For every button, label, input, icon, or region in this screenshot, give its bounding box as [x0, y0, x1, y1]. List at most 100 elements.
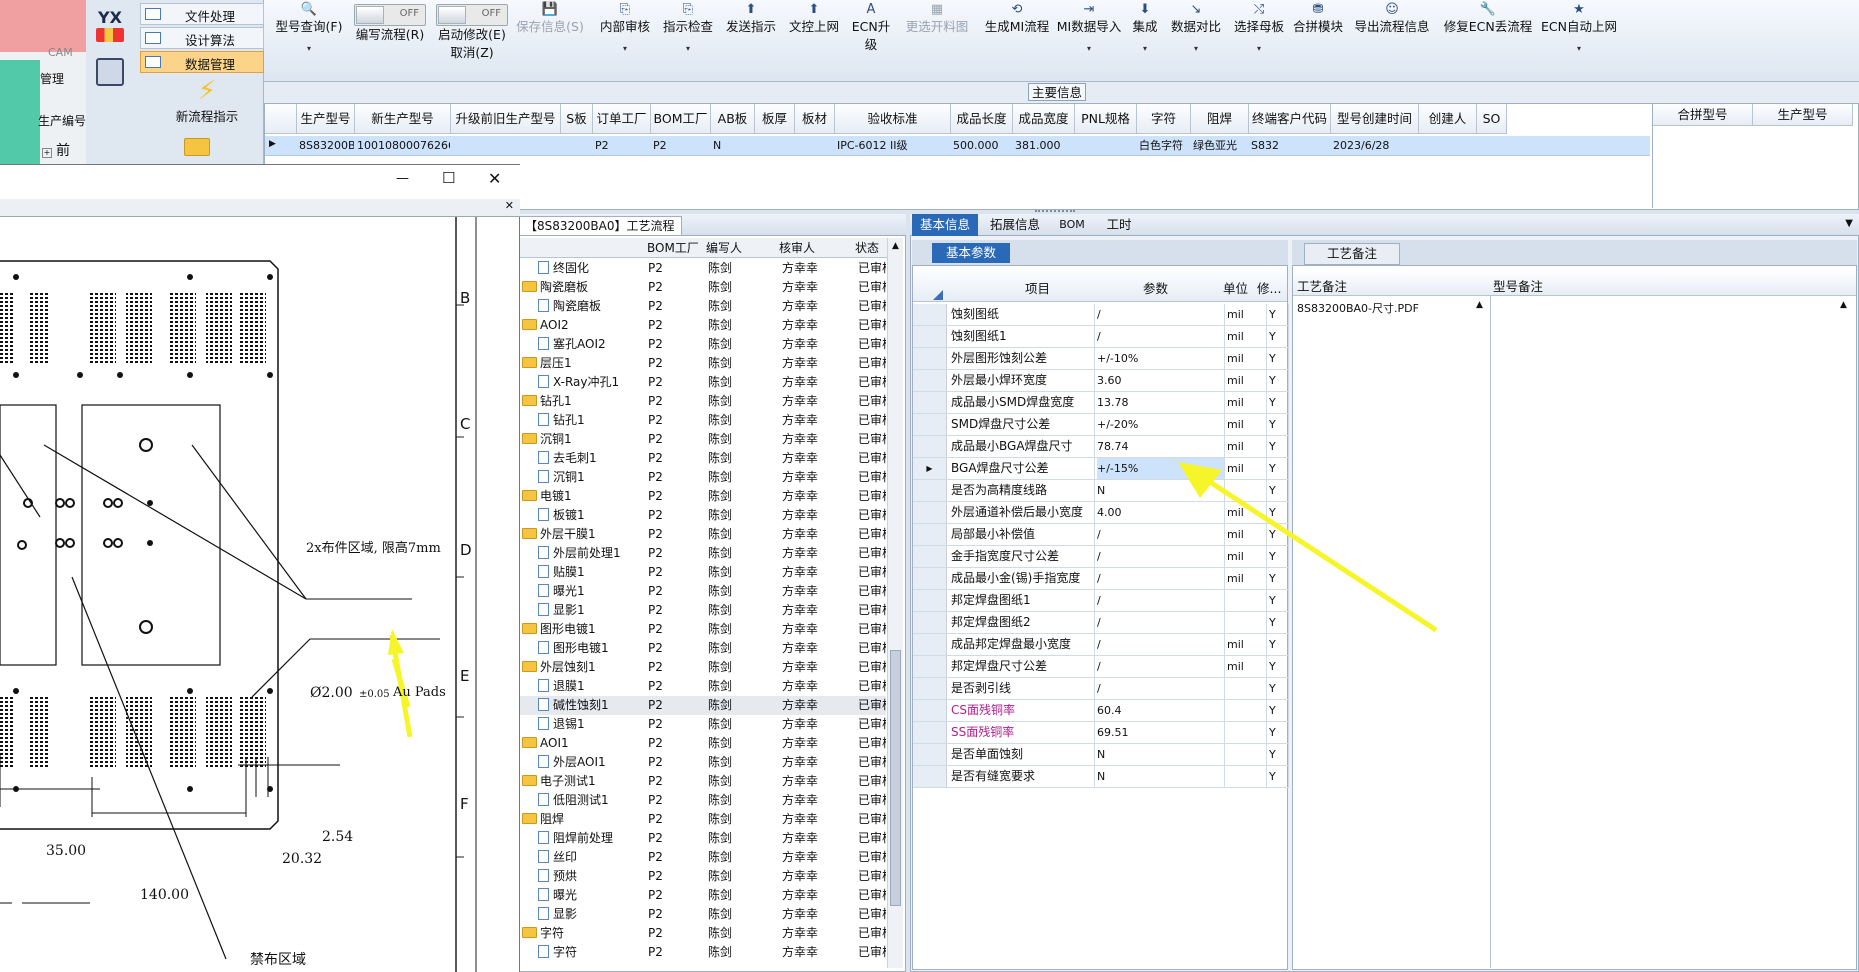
toggle-switch[interactable]: OFF — [436, 4, 508, 26]
toolbar-button-6[interactable]: ⬆ 发送指示 — [722, 0, 780, 80]
param-value[interactable]: +/-10% — [1097, 348, 1225, 369]
tree-step-row[interactable]: 外层前处理1 P2 陈剑 方幸幸 已审核 — [518, 544, 886, 563]
tree-node[interactable]: 退锡1 — [538, 715, 585, 734]
tree-step-row[interactable]: 陶瓷磨板 P2 陈剑 方幸幸 已审核 — [518, 297, 886, 316]
tree-node[interactable]: 终固化 — [538, 259, 589, 278]
param-row[interactable]: 是否有缝宽要求 N Y — [913, 766, 1289, 788]
tree-node[interactable]: 字符 — [538, 943, 577, 962]
tree-step-row[interactable]: 阻焊前处理 P2 陈剑 方幸幸 已审核 — [518, 829, 886, 848]
tree-step-row[interactable]: 外层AOI1 P2 陈剑 方幸幸 已审核 — [518, 753, 886, 772]
param-value[interactable]: 60.4 — [1097, 700, 1225, 721]
param-value[interactable]: 69.51 — [1097, 722, 1225, 743]
param-row[interactable]: CS面残铜率 60.4 Y — [913, 700, 1289, 722]
tree-node[interactable]: 层压1 — [522, 354, 572, 373]
tree-node[interactable]: 曝光 — [538, 886, 577, 905]
tree-node[interactable]: 退膜1 — [538, 677, 585, 696]
tree-step-row[interactable]: 显影1 P2 陈剑 方幸幸 已审核 — [518, 601, 886, 620]
main-row-cell[interactable]: 2023/6/28 — [1333, 136, 1418, 155]
params-col-value[interactable]: 参数 — [1143, 278, 1168, 297]
main-col-header[interactable]: 板厚 — [755, 104, 795, 134]
main-col-header[interactable]: BOM工厂 — [651, 104, 711, 134]
tree-step-row[interactable]: 碱性蚀刻1 P2 陈剑 方幸幸 已审核 — [518, 696, 886, 715]
toolbar-button-8[interactable]: A ECN升级 — [846, 0, 896, 80]
merge-model-header[interactable]: 合拼型号 — [1653, 104, 1753, 126]
tab-basic-info[interactable]: 基本信息 — [912, 214, 978, 236]
tree-node[interactable]: 电子测试1 — [522, 772, 596, 791]
main-row-cell[interactable]: P2 — [653, 136, 710, 155]
tree-step-row[interactable]: 退锡1 P2 陈剑 方幸幸 已审核 — [518, 715, 886, 734]
tree-node[interactable]: AOI2 — [522, 316, 569, 335]
param-value[interactable]: N — [1097, 766, 1225, 787]
tree-node[interactable]: 低阻测试1 — [538, 791, 609, 810]
toolbar-button-15[interactable]: ⛃ 合拼模块 — [1292, 0, 1344, 80]
toolbar-button-10[interactable]: ⟲ 生成MI流程 — [980, 0, 1054, 80]
toolbar-button-9[interactable]: ▦ 更选开料图 — [904, 0, 970, 80]
tree-node[interactable]: 外层蚀刻1 — [522, 658, 596, 677]
tree-node[interactable]: 曝光1 — [538, 582, 585, 601]
tab-bom[interactable]: BOM — [1052, 214, 1092, 236]
dropdown-arrow-icon[interactable]: ▾ — [274, 36, 344, 62]
main-row-cell[interactable]: N — [713, 136, 754, 155]
toolbar-button-11[interactable]: ⇥ MI数据导入 ▾ — [1056, 0, 1122, 80]
notes-col-process[interactable]: 工艺备注 — [1297, 276, 1347, 295]
col-writer[interactable]: 编写人 — [706, 239, 742, 256]
main-col-header[interactable]: S板 — [561, 104, 593, 134]
tab-dropdown-icon[interactable]: ▼ — [1845, 218, 1853, 229]
tree-step-row[interactable]: 塞孔AOI2 P2 陈剑 方幸幸 已审核 — [518, 335, 886, 354]
tree-node[interactable]: 钻孔1 — [538, 411, 585, 430]
main-row-cell[interactable]: IPC-6012 II级 — [837, 136, 950, 155]
toolbar-button-14[interactable]: ⤭ 选择母板 ▾ — [1232, 0, 1286, 80]
toolbar-button-7[interactable]: ⬆ 文控上网 — [786, 0, 842, 80]
param-value[interactable]: 13.78 — [1097, 392, 1225, 413]
main-row-cell[interactable]: P2 — [595, 136, 650, 155]
tree-node[interactable]: 丝印 — [538, 848, 577, 867]
param-row[interactable]: 蚀刻图纸1/mil Y — [913, 326, 1289, 348]
tree-node[interactable]: 外层干膜1 — [522, 525, 596, 544]
tree-step-row[interactable]: 预烘 P2 陈剑 方幸幸 已审核 — [518, 867, 886, 886]
tree-folder-row[interactable]: AOI2 P2 陈剑 方幸幸 已审核 — [518, 316, 886, 335]
tree-node[interactable]: 钻孔1 — [522, 392, 572, 411]
tree-node[interactable]: 外层AOI1 — [538, 753, 606, 772]
tree-step-row[interactable]: 低阻测试1 P2 陈剑 方幸幸 已审核 — [518, 791, 886, 810]
tree-folder-row[interactable]: 电子测试1 P2 陈剑 方幸幸 已审核 — [518, 772, 886, 791]
process-note-text[interactable]: 8S83200BA0-尺寸.PDF — [1297, 300, 1419, 316]
tree-step-row[interactable]: 钻孔1 P2 陈剑 方幸幸 已审核 — [518, 411, 886, 430]
toolbar-button-2[interactable]: OFF 启动修改(E) 取消(Z) — [432, 0, 512, 80]
maximize-button[interactable]: ☐ — [442, 169, 455, 187]
dropdown-arrow-icon[interactable]: ▾ — [1166, 36, 1226, 62]
main-info-row[interactable]: ▶ 8S83200BA010010800076266P2P2NIPC-6012 … — [265, 136, 1650, 156]
main-col-header[interactable]: 验收标准 — [835, 104, 951, 134]
toolbar-button-13[interactable]: ↘ 数据对比 ▾ — [1166, 0, 1226, 80]
params-tab[interactable]: 基本参数 — [932, 243, 1011, 263]
minimize-button[interactable]: — — [396, 171, 409, 186]
dropdown-arrow-icon[interactable]: ▾ — [596, 36, 654, 62]
main-row-cell[interactable]: 381.000 — [1015, 136, 1074, 155]
tree-node[interactable]: AOI1 — [522, 734, 569, 753]
tree-step-row[interactable]: X-Ray冲孔1 P2 陈剑 方幸幸 已审核 — [518, 373, 886, 392]
tree-node[interactable]: 去毛刺1 — [538, 449, 597, 468]
tree-folder-row[interactable]: AOI1 P2 陈剑 方幸幸 已审核 — [518, 734, 886, 753]
toggle-switch[interactable]: OFF — [354, 4, 426, 26]
dropdown-arrow-icon[interactable]: ▾ — [660, 36, 716, 62]
param-value[interactable]: / — [1097, 326, 1225, 347]
notes-scroll-up-icon[interactable]: ▲ — [1476, 300, 1483, 310]
tab-work-hours[interactable]: 工时 — [1094, 214, 1144, 236]
tree-folder-row[interactable]: 外层干膜1 P2 陈剑 方幸幸 已审核 — [518, 525, 886, 544]
param-row[interactable]: 外层图形蚀刻公差 +/-10% mil Y — [913, 348, 1289, 370]
new-flow-button[interactable]: ⚡ 新流程指示 — [152, 76, 262, 126]
tree-step-row[interactable]: 曝光1 P2 陈剑 方幸幸 已审核 — [518, 582, 886, 601]
nav-item-data-management[interactable]: 数据管理 — [140, 51, 264, 73]
toolbar-button-16[interactable]: ☺ 导出流程信息 — [1346, 0, 1438, 80]
main-row-cell[interactable]: 白色字符 — [1139, 136, 1190, 155]
toolbar-button-4[interactable]: ⎘ 内部审核 ▾ — [596, 0, 654, 80]
main-row-cell[interactable]: 500.000 — [953, 136, 1012, 155]
tree-node[interactable]: 阻焊前处理 — [538, 829, 613, 848]
tree-node[interactable]: 陶瓷磨板 — [538, 297, 601, 316]
param-value[interactable]: / — [1097, 304, 1225, 325]
param-row[interactable]: 成品最小BGA焊盘尺寸 78.74 mil Y — [913, 436, 1289, 458]
dropdown-arrow-icon[interactable]: ▾ — [1538, 36, 1620, 62]
background-manage-label[interactable]: 管理 — [40, 70, 64, 87]
main-col-header[interactable]: 终端客户代码 — [1249, 104, 1331, 134]
inner-close-icon[interactable]: ✕ — [505, 199, 514, 212]
main-col-header[interactable]: 升级前旧生产型号 — [451, 104, 561, 134]
